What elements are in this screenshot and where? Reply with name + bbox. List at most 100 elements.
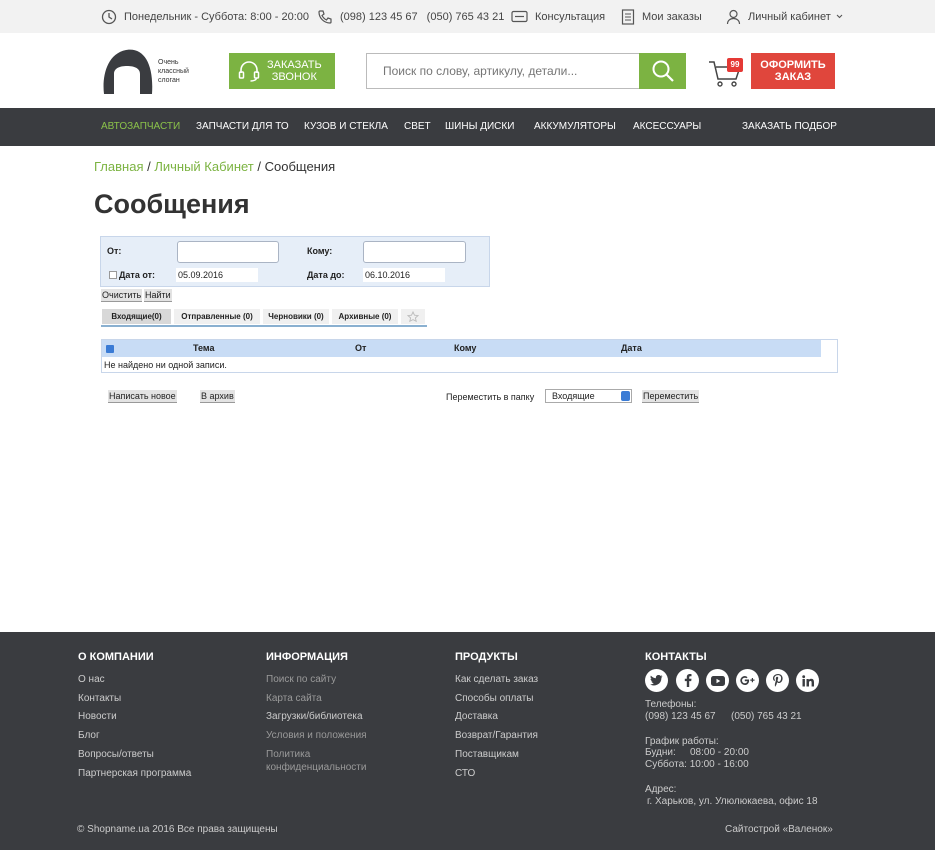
column-date[interactable]: Дата <box>621 340 642 357</box>
footer-link-about[interactable]: О нас <box>78 674 105 686</box>
footer-phones-label: Телефоны: <box>645 699 697 710</box>
footer-link-downloads[interactable]: Загрузки/библиотека <box>266 711 363 723</box>
tab-favorites[interactable] <box>401 309 425 324</box>
phone-1[interactable]: (098) 123 45 67 <box>340 11 418 23</box>
search-button[interactable] <box>639 53 686 89</box>
checkout-button[interactable]: Оформить заказ <box>751 53 835 89</box>
google-plus-icon[interactable] <box>736 669 759 692</box>
filter-panel: От: Кому: Дата от: 05.09.2016 Дата до: 0… <box>100 236 490 287</box>
star-icon <box>406 310 420 323</box>
footer-address: г. Харьков, ул. Улюлюкаева, офис 18 <box>647 796 818 807</box>
tab-inbox[interactable]: Входящие(0) <box>102 309 171 324</box>
footer-link-site-search[interactable]: Поиск по сайту <box>266 674 336 686</box>
consultation-label: Консультация <box>535 10 606 23</box>
footer: О компании О нас Контакты Новости Блог В… <box>0 632 935 850</box>
breadcrumb-cabinet[interactable]: Личный Кабинет <box>154 159 253 174</box>
developer-credit[interactable]: Сайтострой «Валенок» <box>725 824 833 835</box>
breadcrumb-home[interactable]: Главная <box>94 159 143 174</box>
footer-phone-1[interactable]: (098) 123 45 67 <box>645 711 716 723</box>
date-filter-checkbox[interactable] <box>109 271 117 279</box>
footer-link-privacy-2[interactable]: конфиденциальности <box>266 762 366 774</box>
move-button[interactable]: Переместить <box>642 390 700 403</box>
nav-item-batteries[interactable]: Аккумуляторы <box>534 108 616 146</box>
nav-item-auto-parts[interactable]: Автозапчасти <box>101 108 180 146</box>
folder-select[interactable]: Входящие <box>545 389 632 403</box>
column-to[interactable]: Кому <box>454 340 476 357</box>
footer-link-terms[interactable]: Условия и положения <box>266 730 367 742</box>
date-to-input[interactable]: 06.10.2016 <box>363 268 445 282</box>
twitter-icon[interactable] <box>645 669 668 692</box>
phone-icon <box>318 9 332 24</box>
to-input[interactable] <box>363 241 466 263</box>
footer-company-title: О компании <box>78 651 154 663</box>
footer-link-news[interactable]: Новости <box>78 711 117 723</box>
phones: (098) 123 45 67 (050) 765 43 21 <box>317 0 504 33</box>
my-orders-link[interactable]: Мои заказы <box>621 0 702 33</box>
search-input[interactable] <box>366 53 640 89</box>
footer-link-faq[interactable]: Вопросы/ответы <box>78 749 154 761</box>
nav-item-tires-wheels[interactable]: Шины диски <box>445 108 514 146</box>
date-from-input[interactable]: 05.09.2016 <box>176 268 258 282</box>
cart-count-badge: 99 <box>727 58 743 72</box>
date-from-label: Дата от: <box>119 270 156 280</box>
account-menu[interactable]: Личный кабинет <box>726 0 843 33</box>
footer-address-label: Адрес: <box>645 784 677 795</box>
footer-link-sitemap[interactable]: Карта сайта <box>266 693 322 705</box>
tab-drafts[interactable]: Черновики (0) <box>263 309 329 324</box>
checkout-label: Оформить заказ <box>760 59 826 83</box>
footer-link-payment[interactable]: Способы оплаты <box>455 693 534 705</box>
pinterest-icon[interactable] <box>766 669 789 692</box>
tab-archived[interactable]: Архивные (0) <box>332 309 398 324</box>
facebook-icon[interactable] <box>676 669 699 692</box>
consultation-link[interactable]: Консультация <box>511 0 605 33</box>
phone-2[interactable]: (050) 765 43 21 <box>427 11 505 23</box>
footer-phone-2[interactable]: (050) 765 43 21 <box>731 711 802 723</box>
footer-link-blog[interactable]: Блог <box>78 730 100 742</box>
find-button[interactable]: Найти <box>144 289 172 302</box>
footer-weekdays-time: 08:00 - 20:00 <box>690 747 749 758</box>
tab-sent[interactable]: Отправленные (0) <box>174 309 260 324</box>
date-to-label: Дата до: <box>307 270 345 280</box>
linkedin-icon[interactable] <box>796 669 819 692</box>
footer-info-title: Информация <box>266 651 348 663</box>
nav-item-body-glass[interactable]: Кузов и стекла <box>304 108 388 146</box>
footer-link-how-to-order[interactable]: Как сделать заказ <box>455 674 538 686</box>
footer-link-privacy[interactable]: Политика <box>266 749 310 761</box>
footer-link-suppliers[interactable]: Поставщикам <box>455 749 519 761</box>
footer-link-returns[interactable]: Возврат/Гарантия <box>455 730 538 742</box>
working-hours-text: Понедельник - Суббота: 8:00 - 20:00 <box>124 10 310 23</box>
order-call-button[interactable]: Заказать звонок <box>229 53 335 89</box>
search-icon <box>652 60 674 82</box>
footer-saturday: Суббота: 10:00 - 16:00 <box>645 759 749 770</box>
chevron-down-icon <box>836 14 843 19</box>
footer-contacts-title: Контакты <box>645 651 707 663</box>
clock-icon <box>101 9 117 24</box>
footer-link-service-stations[interactable]: СТО <box>455 768 475 780</box>
footer-link-partners[interactable]: Партнерская программа <box>78 768 191 780</box>
footer-link-contacts[interactable]: Контакты <box>78 693 121 705</box>
column-from[interactable]: От <box>355 340 366 357</box>
working-hours: Понедельник - Суббота: 8:00 - 20:00 <box>101 0 309 33</box>
archive-button[interactable]: В архив <box>200 390 235 403</box>
column-subject[interactable]: Тема <box>193 340 214 357</box>
from-input[interactable] <box>177 241 279 263</box>
footer-products-title: Продукты <box>455 651 518 663</box>
nav-order-selection[interactable]: Заказать подбор <box>742 108 837 146</box>
nav-item-maintenance-parts[interactable]: Запчасти для ТО <box>196 108 289 146</box>
logo[interactable]: Очень классный слоган <box>100 48 210 94</box>
logo-slogan: Очень классный слоган <box>158 59 189 84</box>
move-to-folder-label: Переместить в папку <box>446 392 535 402</box>
nav-item-accessories[interactable]: Аксессуары <box>633 108 701 146</box>
footer-link-delivery[interactable]: Доставка <box>455 711 498 723</box>
top-bar: Понедельник - Суббота: 8:00 - 20:00 (098… <box>0 0 935 33</box>
youtube-icon[interactable] <box>706 669 729 692</box>
clear-button[interactable]: Очистить <box>101 289 143 302</box>
nav-item-lights[interactable]: Свет <box>404 108 431 146</box>
copyright: © Shopname.ua 2016 Все права защищены <box>77 824 278 835</box>
to-label: Кому: <box>307 246 333 256</box>
compose-button[interactable]: Написать новое <box>108 390 177 403</box>
breadcrumb-current: Сообщения <box>264 159 336 174</box>
breadcrumb: Главная / Личный Кабинет / Сообщения <box>94 159 336 174</box>
logo-icon <box>103 49 153 94</box>
select-all-checkbox[interactable] <box>106 345 114 353</box>
